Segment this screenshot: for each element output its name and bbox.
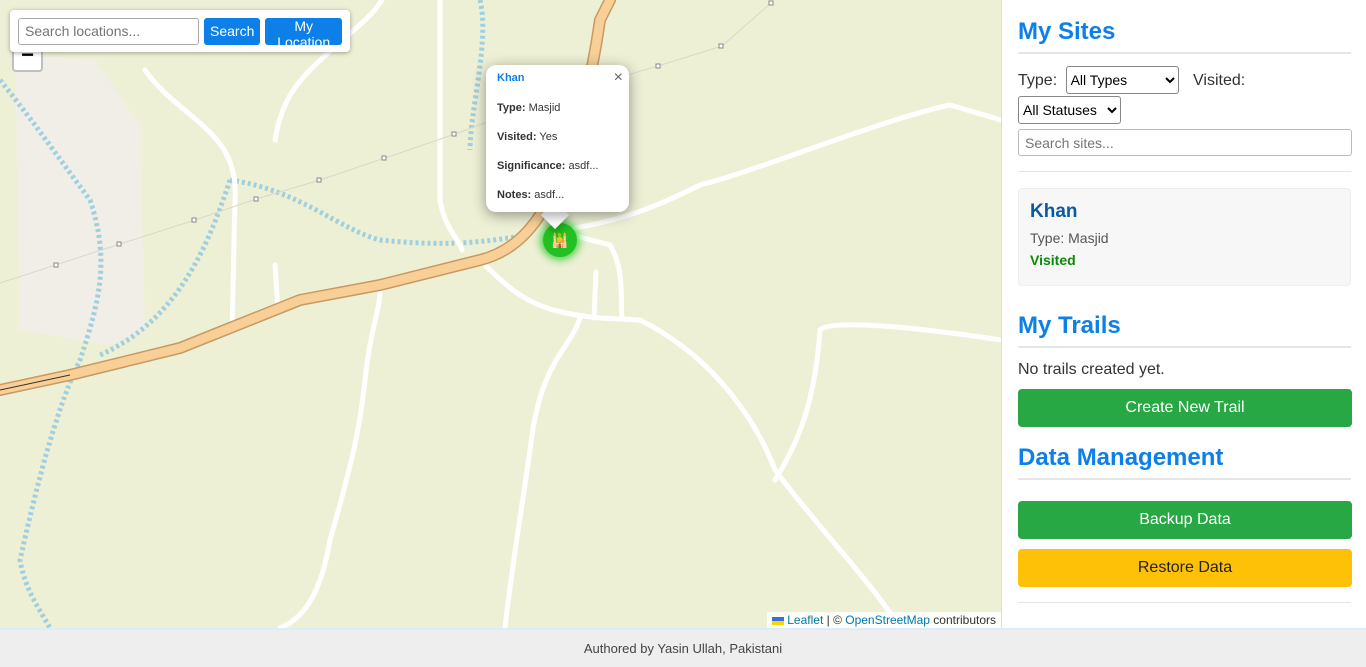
my-location-button[interactable]: My Location [265, 17, 342, 50]
map-view[interactable]: Search My Location − × Khan Type: Masjid… [0, 0, 1001, 628]
location-search-input[interactable] [18, 17, 199, 45]
data-management-title: Data Management [1018, 444, 1351, 480]
popup-row-type: Type: Masjid [497, 102, 561, 114]
create-trail-button[interactable]: Create New Trail [1018, 389, 1352, 427]
leaflet-link[interactable]: Leaflet [787, 613, 823, 627]
close-icon[interactable]: × [614, 69, 623, 87]
map-search-bar: Search My Location [10, 10, 350, 52]
backup-data-button[interactable]: Backup Data [1018, 501, 1352, 539]
site-marker[interactable]: 🕌 [543, 223, 577, 257]
popup-row-visited: Visited: Yes [497, 131, 558, 143]
ukraine-flag-icon [771, 616, 784, 625]
map-attribution: Leaflet | © OpenStreetMap contributors [766, 612, 1001, 628]
my-sites-title: My Sites [1018, 18, 1351, 54]
site-card-name: Khan [1030, 201, 1078, 222]
site-popup: × Khan Type: Masjid Visited: Yes Signifi… [486, 65, 629, 212]
no-trails-text: No trails created yet. [1018, 361, 1165, 378]
sidebar-divider [1018, 602, 1351, 603]
type-filter-label: Type: [1018, 72, 1058, 89]
site-card-type: Type: Masjid [1030, 230, 1109, 246]
popup-title[interactable]: Khan [497, 72, 618, 84]
search-button[interactable]: Search [204, 17, 261, 45]
footer: Authored by Yasin Ullah, Pakistani [0, 628, 1366, 667]
footer-text: Authored by Yasin Ullah, Pakistani [583, 641, 783, 656]
my-trails-title: My Trails [1018, 312, 1351, 348]
restore-data-button[interactable]: Restore Data [1018, 549, 1352, 587]
visited-filter-select[interactable]: All Statuses [1018, 96, 1121, 124]
site-card-status: Visited [1030, 252, 1076, 268]
site-card[interactable]: Khan Type: Masjid Visited [1018, 188, 1351, 286]
visited-filter-label: Visited: [1193, 72, 1246, 89]
sidebar: My Sites Type: All Types Visited: All St… [1001, 0, 1366, 628]
site-search-input[interactable] [1018, 129, 1352, 156]
popup-row-significance: Significance: asdf... [497, 160, 599, 172]
site-filters: Type: All Types Visited: All Statuses [1018, 66, 1351, 124]
type-filter-select[interactable]: All Types [1065, 66, 1179, 94]
popup-row-notes: Notes: asdf... [497, 189, 565, 201]
mosque-icon: 🕌 [551, 231, 569, 248]
osm-link[interactable]: OpenStreetMap [845, 613, 930, 627]
